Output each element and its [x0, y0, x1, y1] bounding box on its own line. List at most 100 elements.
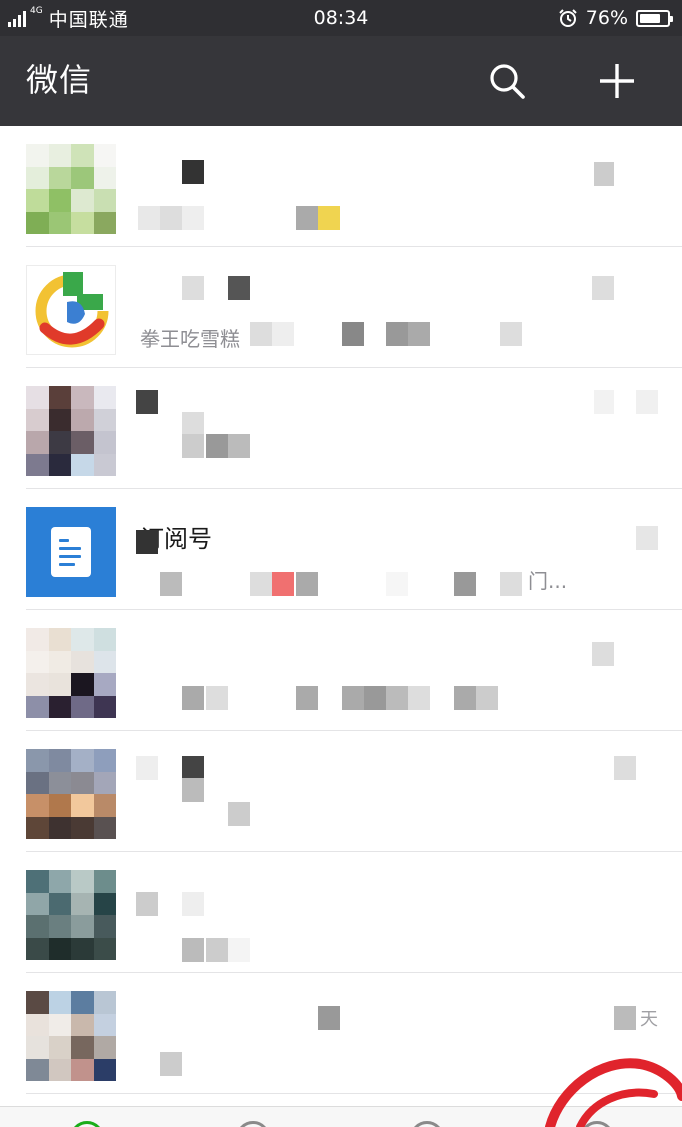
avatar: [26, 386, 116, 476]
redaction-block: [182, 434, 204, 458]
chat-preview: 拳王吃雪糕: [140, 327, 240, 351]
redaction-block: [182, 160, 204, 184]
add-button[interactable]: [592, 56, 642, 106]
redaction-block: [228, 434, 250, 458]
redaction-block: [500, 322, 522, 346]
avatar-mosaic-tile: [48, 695, 71, 718]
redaction-block: [342, 686, 364, 710]
avatar: [26, 507, 116, 597]
avatar-mosaic-tile: [48, 650, 71, 673]
battery-fill: [640, 13, 660, 23]
avatar-mosaic-tile: [26, 816, 49, 839]
avatar-mosaic-tile: [93, 937, 116, 960]
avatar-mosaic-tile: [48, 1058, 71, 1081]
avatar-mosaic-tile: [48, 892, 71, 915]
avatar-mosaic-tile: [71, 650, 94, 673]
redaction-block: [160, 206, 182, 230]
redaction-block: [182, 412, 204, 436]
avatar-mosaic-tile: [48, 771, 71, 794]
avatar-mosaic-tile: [26, 749, 49, 772]
avatar-mosaic-tile: [93, 650, 116, 673]
avatar: [26, 749, 116, 839]
avatar-mosaic-tile: [26, 166, 49, 189]
status-bar: 4G 中国联通 08:34 76%: [0, 0, 682, 36]
redaction-block: [206, 434, 228, 458]
avatar-mosaic-tile: [93, 211, 116, 234]
avatar-mosaic-tile: [71, 816, 94, 839]
avatar-mosaic-tile: [48, 673, 71, 696]
redaction-block: [136, 390, 158, 414]
avatar-mosaic-tile: [93, 1036, 116, 1059]
chat-row[interactable]: 天: [0, 973, 682, 1094]
redaction-block: [272, 572, 294, 596]
redaction-block: [614, 756, 636, 780]
avatar-mosaic-tile: [26, 892, 49, 915]
avatar-mosaic-tile: [48, 431, 71, 454]
avatar-mosaic-tile: [48, 453, 71, 476]
redaction-block: [454, 572, 476, 596]
avatar-mosaic-tile: [48, 1013, 71, 1036]
chat-row[interactable]: [0, 852, 682, 973]
chat-row[interactable]: [0, 731, 682, 852]
avatar-mosaic-tile: [71, 695, 94, 718]
search-button[interactable]: [482, 56, 532, 106]
redaction-block: [160, 572, 182, 596]
me-tab-icon[interactable]: [580, 1121, 614, 1127]
redaction-block: [182, 756, 204, 780]
chats-tab-icon[interactable]: [70, 1121, 104, 1127]
avatar-mosaic-tile: [26, 937, 49, 960]
avatar-mosaic-tile: [26, 870, 49, 893]
redaction-block: [182, 938, 204, 962]
plus-icon: [600, 64, 634, 98]
avatar-mosaic-tile: [26, 144, 49, 167]
avatar-mosaic-tile: [26, 211, 49, 234]
avatar-mosaic-tile: [48, 211, 71, 234]
chat-row[interactable]: [0, 126, 682, 247]
avatar-mosaic-tile: [93, 431, 116, 454]
avatar-mosaic-tile: [71, 144, 94, 167]
avatar-mosaic-tile: [26, 408, 49, 431]
redaction-block: [228, 802, 250, 826]
avatar-mosaic-tile: [48, 915, 71, 938]
avatar-mosaic-tile: [93, 892, 116, 915]
avatar-mosaic-tile: [71, 1036, 94, 1059]
avatar-mosaic-tile: [48, 794, 71, 817]
status-right: 76%: [558, 0, 673, 36]
avatar-mosaic-tile: [48, 749, 71, 772]
discover-tab-icon[interactable]: [410, 1121, 444, 1127]
redaction-block: [182, 276, 204, 300]
redaction-block: [138, 206, 160, 230]
app-logo-icon: [35, 272, 109, 348]
avatar-mosaic-tile: [26, 628, 49, 651]
avatar-mosaic-tile: [71, 749, 94, 772]
avatar-mosaic-tile: [71, 991, 94, 1014]
avatar-mosaic-tile: [93, 991, 116, 1014]
chat-row[interactable]: 订阅号 门...: [0, 489, 682, 610]
avatar-mosaic-tile: [48, 628, 71, 651]
avatar-mosaic-tile: [48, 937, 71, 960]
avatar-mosaic-tile: [26, 695, 49, 718]
avatar-mosaic-tile: [26, 794, 49, 817]
subscription-document-icon: [51, 527, 91, 577]
redaction-block: [408, 322, 430, 346]
contacts-tab-icon[interactable]: [236, 1121, 270, 1127]
avatar-mosaic-tile: [48, 386, 71, 409]
chat-row[interactable]: 拳王吃雪糕: [0, 247, 682, 368]
search-icon: [490, 64, 525, 99]
avatar-mosaic-tile: [93, 915, 116, 938]
redaction-block: [318, 206, 340, 230]
redaction-block: [250, 572, 272, 596]
chat-row[interactable]: [0, 610, 682, 731]
redaction-block: [594, 162, 614, 186]
redaction-block: [364, 686, 386, 710]
chat-row[interactable]: [0, 368, 682, 489]
avatar-mosaic-tile: [48, 1036, 71, 1059]
redaction-block: [182, 206, 204, 230]
avatar-mosaic-tile: [26, 453, 49, 476]
chat-time: 天: [640, 1009, 658, 1030]
avatar-mosaic-tile: [71, 408, 94, 431]
redaction-block: [408, 686, 430, 710]
redaction-block: [136, 530, 158, 554]
avatar-mosaic-tile: [26, 386, 49, 409]
avatar-mosaic-tile: [93, 408, 116, 431]
